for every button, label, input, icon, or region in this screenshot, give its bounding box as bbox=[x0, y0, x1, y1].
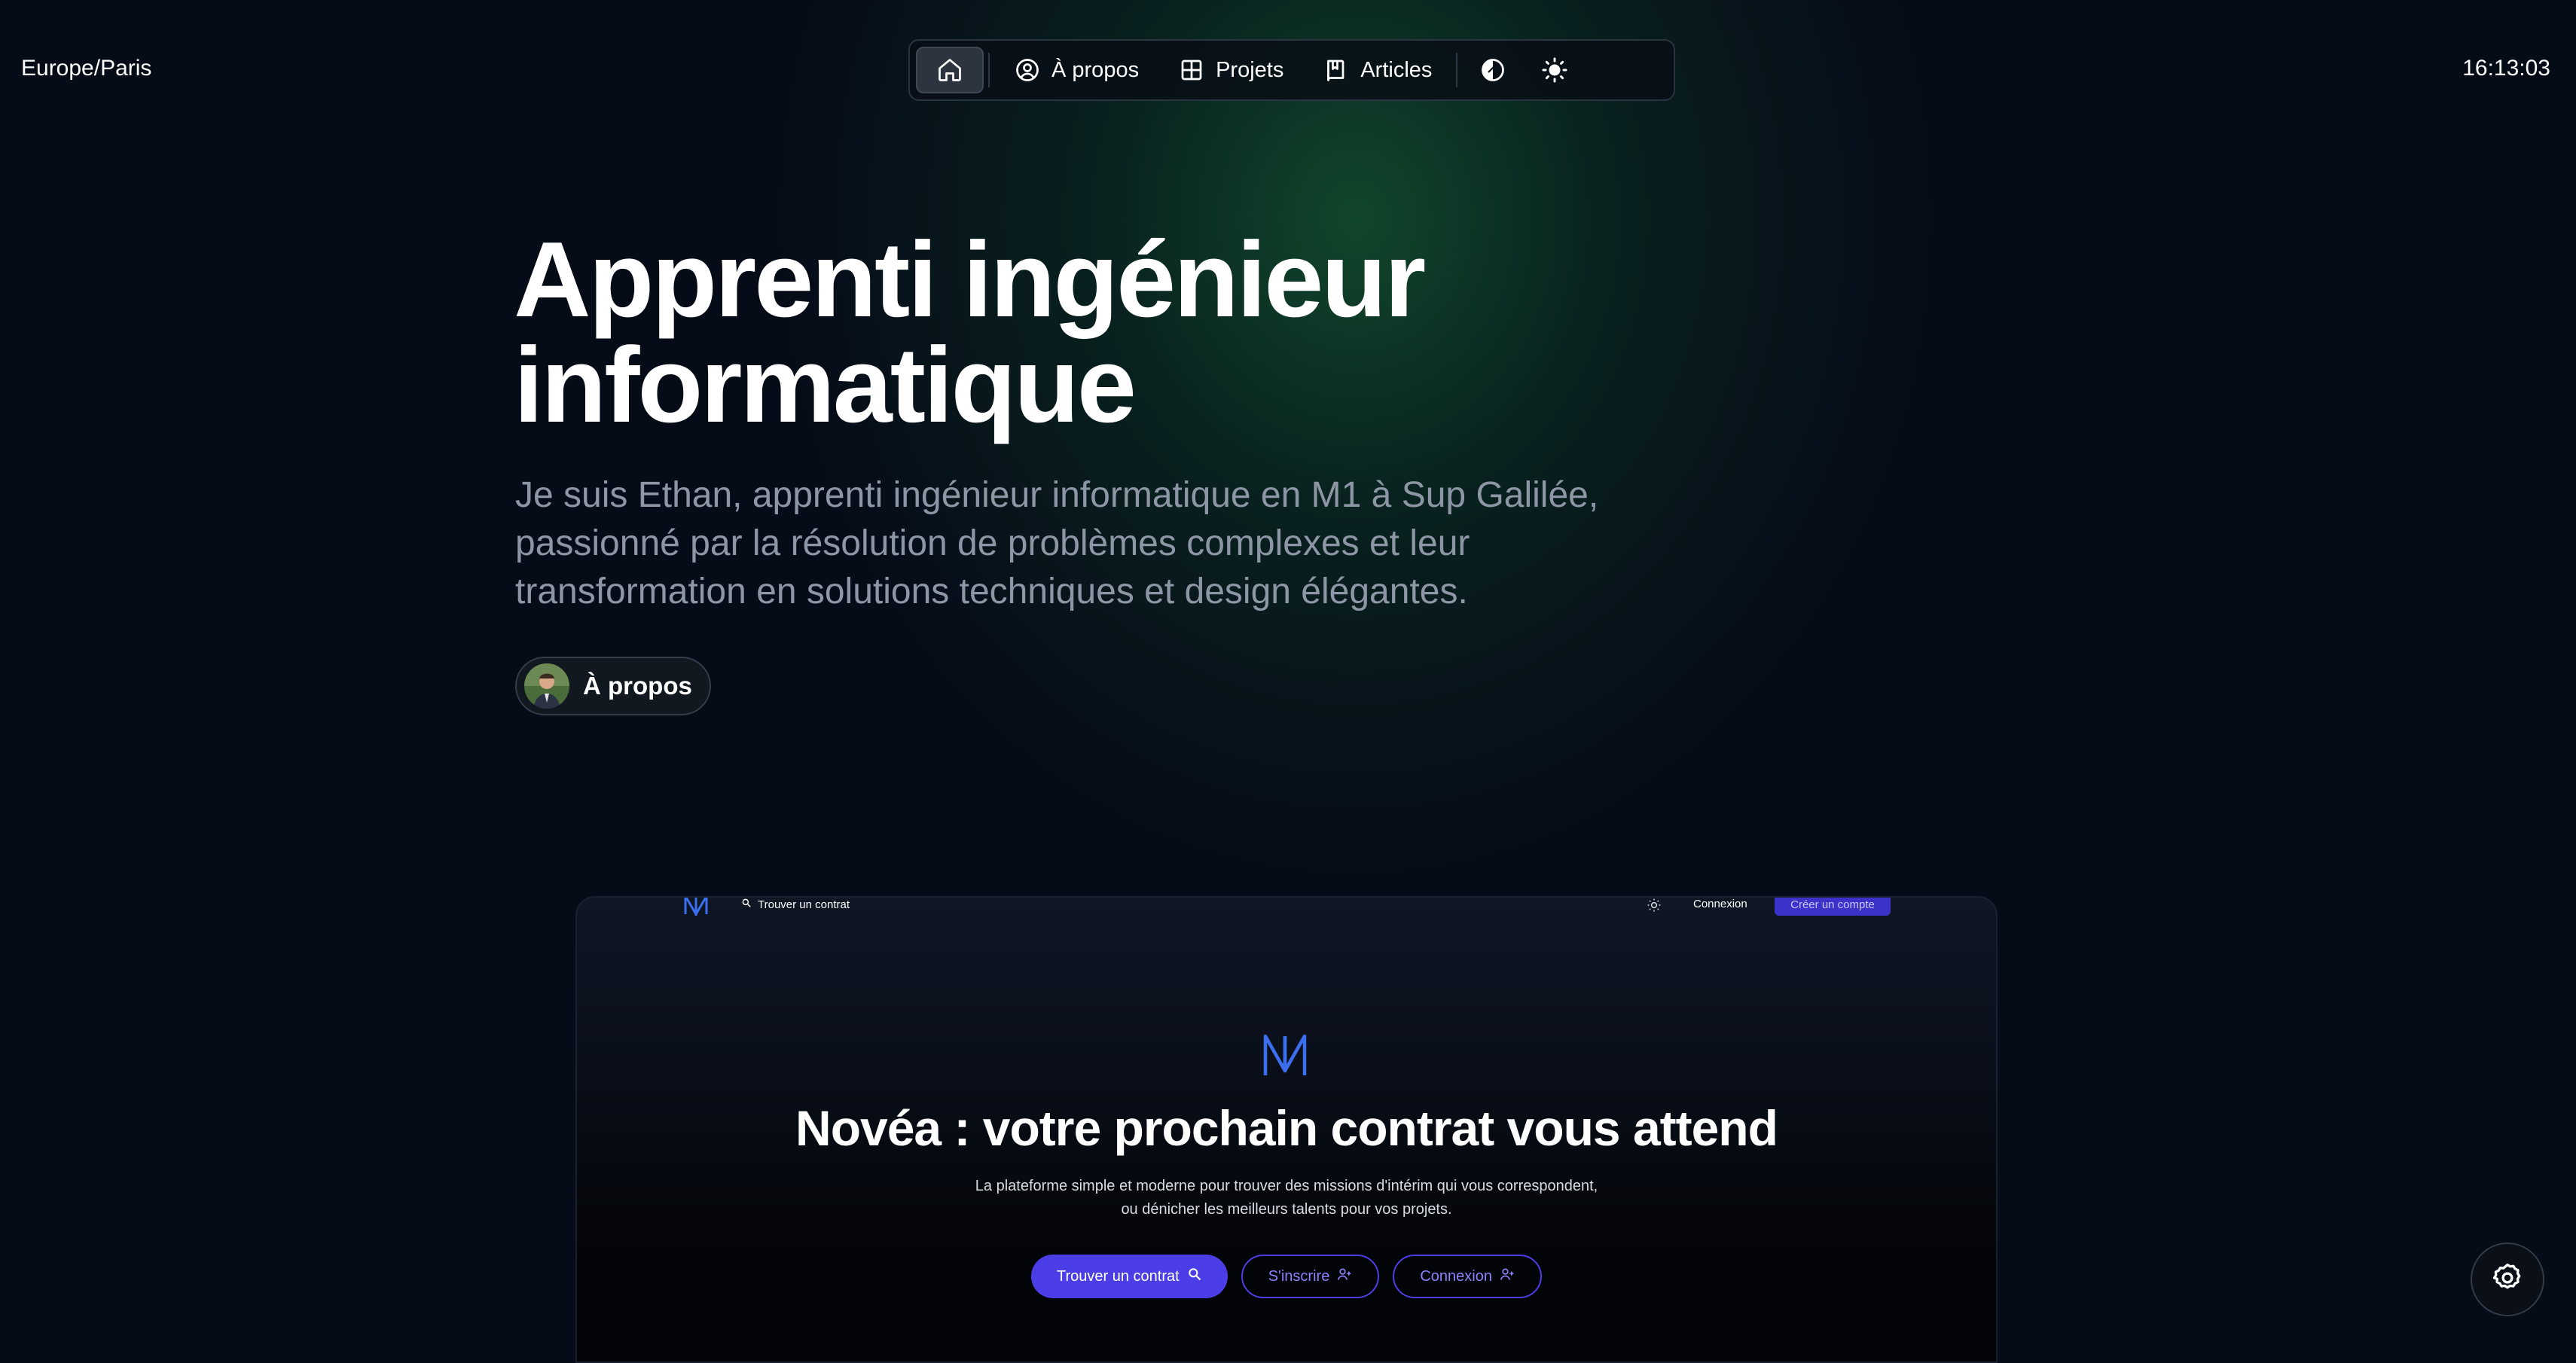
book-icon bbox=[1323, 56, 1350, 84]
nav-about[interactable]: À propos bbox=[994, 47, 1158, 93]
contrast-icon bbox=[1479, 56, 1506, 84]
hero-title-line: informatique bbox=[514, 325, 1137, 445]
preview-login-link: Connexion bbox=[1693, 898, 1747, 910]
hero-title: Apprenti ingénieur informatique bbox=[514, 227, 1644, 439]
preview-description: La plateforme simple et moderne pour tro… bbox=[577, 1175, 1996, 1221]
hero-subtitle: Je suis Ethan, apprenti ingénieur inform… bbox=[515, 475, 1599, 611]
top-nav: À propos Projets Articles bbox=[908, 39, 1675, 101]
theme-toggle-button[interactable] bbox=[1462, 47, 1524, 93]
preview-login-button: Connexion bbox=[1393, 1255, 1542, 1298]
user-plus-icon bbox=[1337, 1267, 1352, 1286]
nav-projects-label: Projets bbox=[1216, 57, 1284, 82]
preview-navbar: Trouver un contrat Connexion Créer un co… bbox=[577, 898, 1996, 919]
nav-articles[interactable]: Articles bbox=[1303, 47, 1451, 93]
project-preview-card[interactable]: Trouver un contrat Connexion Créer un co… bbox=[575, 896, 1998, 1363]
nav-about-label: À propos bbox=[1051, 57, 1140, 82]
settings-button[interactable] bbox=[2471, 1243, 2544, 1316]
preview-find-contract-label: Trouver un contrat bbox=[1057, 1267, 1180, 1285]
preview-find-contract-button: Trouver un contrat bbox=[1031, 1255, 1228, 1298]
nav-divider bbox=[988, 53, 990, 87]
preview-description-line: ou dénicher les meilleurs talents pour v… bbox=[1121, 1201, 1452, 1218]
user-plus-icon bbox=[1500, 1267, 1515, 1286]
novea-logo-icon bbox=[1261, 1033, 1309, 1078]
preview-create-account-button: Créer un compte bbox=[1775, 898, 1891, 916]
preview-button-row: Trouver un contrat S'inscrire Connexion bbox=[577, 1255, 1996, 1298]
nav-articles-label: Articles bbox=[1360, 57, 1433, 82]
light-mode-button[interactable] bbox=[1524, 47, 1586, 93]
preview-search-link: Trouver un contrat bbox=[741, 898, 850, 911]
gear-icon bbox=[2491, 1261, 2524, 1298]
preview-signup-label: S'inscrire bbox=[1268, 1267, 1330, 1285]
preview-description-line: La plateforme simple et moderne pour tro… bbox=[975, 1178, 1598, 1194]
nav-divider bbox=[1456, 53, 1458, 87]
grid-icon bbox=[1178, 56, 1205, 84]
preview-search-label: Trouver un contrat bbox=[758, 898, 850, 911]
preview-signup-button: S'inscrire bbox=[1241, 1255, 1380, 1298]
background-glow bbox=[753, 0, 1958, 904]
novea-logo-icon bbox=[681, 898, 711, 919]
clock: 16:13:03 bbox=[2462, 56, 2550, 81]
sun-icon bbox=[1541, 56, 1568, 84]
hero-title-line: Apprenti ingénieur bbox=[514, 220, 1426, 340]
preview-login-label: Connexion bbox=[1420, 1267, 1492, 1285]
search-icon bbox=[1187, 1267, 1202, 1286]
nav-home[interactable] bbox=[916, 47, 984, 93]
home-icon bbox=[936, 56, 963, 84]
sun-icon bbox=[1647, 898, 1662, 913]
about-button[interactable]: À propos bbox=[515, 657, 711, 715]
preview-title: Novéa : votre prochain contrat vous atte… bbox=[795, 1100, 1778, 1156]
search-icon bbox=[741, 898, 752, 911]
nav-projects[interactable]: Projets bbox=[1158, 47, 1303, 93]
user-circle-icon bbox=[1014, 56, 1041, 84]
avatar bbox=[524, 663, 569, 709]
about-button-label: À propos bbox=[583, 672, 692, 700]
timezone-label: Europe/Paris bbox=[21, 56, 152, 81]
